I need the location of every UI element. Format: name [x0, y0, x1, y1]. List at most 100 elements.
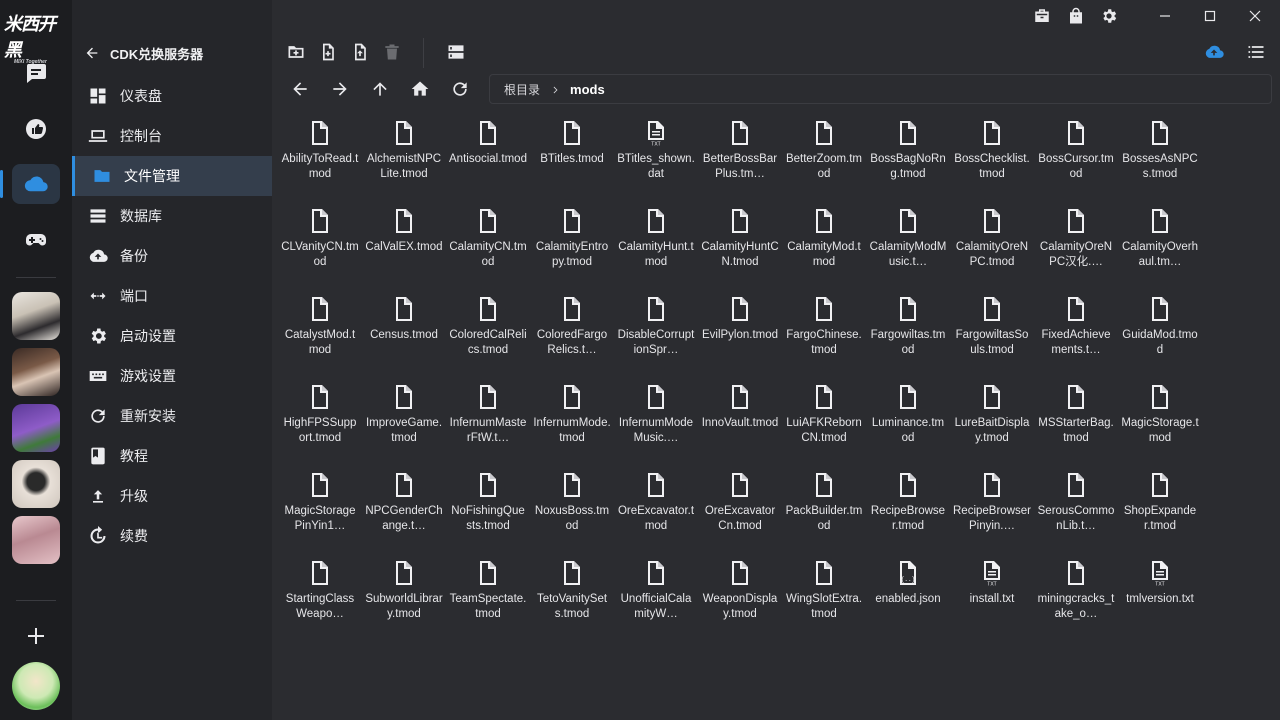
file-item[interactable]: TetoVanitySets.tmod: [530, 556, 614, 644]
file-item[interactable]: FargowiltasSouls.tmod: [950, 292, 1034, 380]
nav-item-startup-settings[interactable]: 启动设置: [72, 316, 272, 356]
up-nav-button[interactable]: [368, 77, 392, 101]
file-item[interactable]: CatalystMod.tmod: [278, 292, 362, 380]
cloud-upload-button[interactable]: [1202, 40, 1226, 64]
file-item[interactable]: CalamityOreNPC.tmod: [950, 204, 1034, 292]
file-item[interactable]: BetterBossBarPlus.tm…: [698, 116, 782, 204]
file-item[interactable]: LuiAFKRebornCN.tmod: [782, 380, 866, 468]
back-nav-button[interactable]: [288, 77, 312, 101]
settings-button[interactable]: [1097, 4, 1121, 28]
file-item[interactable]: StartingClassWeapo…: [278, 556, 362, 644]
file-item[interactable]: HighFPSSupport.tmod: [278, 380, 362, 468]
nav-item-renew[interactable]: 续费: [72, 516, 272, 556]
file-item[interactable]: CalamityMod.tmod: [782, 204, 866, 292]
file-item[interactable]: Antisocial.tmod: [446, 116, 530, 204]
nav-item-upgrade[interactable]: 升级: [72, 476, 272, 516]
breadcrumb-root[interactable]: 根目录: [504, 81, 540, 98]
file-item[interactable]: BossCursor.tmod: [1034, 116, 1118, 204]
minimize-button[interactable]: [1142, 0, 1188, 32]
nav-item-console[interactable]: 控制台: [72, 116, 272, 156]
file-item[interactable]: PackBuilder.tmod: [782, 468, 866, 556]
nav-item-backup[interactable]: 备份: [72, 236, 272, 276]
delete-button[interactable]: [380, 40, 404, 64]
maximize-button[interactable]: [1187, 0, 1233, 32]
nav-item-reinstall[interactable]: 重新安装: [72, 396, 272, 436]
file-item[interactable]: InnoVault.tmod: [698, 380, 782, 468]
games-button[interactable]: [12, 220, 60, 260]
list-view-button[interactable]: [1244, 40, 1268, 64]
back-button[interactable]: CDK兑换服务器: [84, 40, 203, 66]
file-item[interactable]: InfernumMode.tmod: [530, 380, 614, 468]
file-item[interactable]: {..} enabled.json: [866, 556, 950, 644]
close-button[interactable]: [1232, 0, 1278, 32]
upload-file-button[interactable]: [348, 40, 372, 64]
file-item[interactable]: RecipeBrowserPinyin.…: [950, 468, 1034, 556]
file-item[interactable]: CalamityHunt.tmod: [614, 204, 698, 292]
file-item[interactable]: FargoChinese.tmod: [782, 292, 866, 380]
server-avatar-2[interactable]: [12, 348, 60, 396]
chat-button[interactable]: [12, 53, 60, 93]
file-item[interactable]: CalamityEntropy.tmod: [530, 204, 614, 292]
file-item[interactable]: NoFishingQuests.tmod: [446, 468, 530, 556]
file-item[interactable]: ImproveGame.tmod: [362, 380, 446, 468]
file-item[interactable]: BossBagNoRng.tmod: [866, 116, 950, 204]
file-item[interactable]: MagicStorage.tmod: [1118, 380, 1202, 468]
forward-nav-button[interactable]: [328, 77, 352, 101]
nav-item-port[interactable]: 端口: [72, 276, 272, 316]
file-item[interactable]: Luminance.tmod: [866, 380, 950, 468]
file-item[interactable]: NPCGenderChange.t…: [362, 468, 446, 556]
file-item[interactable]: MSStarterBag.tmod: [1034, 380, 1118, 468]
activity-button[interactable]: [12, 109, 60, 149]
file-item[interactable]: CLVanityCN.tmod: [278, 204, 362, 292]
file-item[interactable]: CalamityOverhaul.tm…: [1118, 204, 1202, 292]
file-item[interactable]: SerousCommonLib.t…: [1034, 468, 1118, 556]
file-item[interactable]: CalamityOreNPC汉化.…: [1034, 204, 1118, 292]
file-item[interactable]: OreExcavatorCn.tmod: [698, 468, 782, 556]
user-avatar[interactable]: [12, 662, 60, 710]
refresh-button[interactable]: [448, 77, 472, 101]
toolbox-button[interactable]: [1030, 4, 1054, 28]
file-item[interactable]: CalamityCN.tmod: [446, 204, 530, 292]
file-item[interactable]: WeaponDisplay.tmod: [698, 556, 782, 644]
file-item[interactable]: ColoredCalRelics.tmod: [446, 292, 530, 380]
file-item[interactable]: WingSlotExtra.tmod: [782, 556, 866, 644]
file-item[interactable]: OreExcavator.tmod: [614, 468, 698, 556]
file-item[interactable]: AlchemistNPCLite.tmod: [362, 116, 446, 204]
file-item[interactable]: RecipeBrowser.tmod: [866, 468, 950, 556]
file-item[interactable]: ShopExpander.tmod: [1118, 468, 1202, 556]
file-item[interactable]: Census.tmod: [362, 292, 446, 380]
nav-item-database[interactable]: 数据库: [72, 196, 272, 236]
home-nav-button[interactable]: [408, 77, 432, 101]
file-item[interactable]: GuidaMod.tmod: [1118, 292, 1202, 380]
file-item[interactable]: UnofficialCalamityW…: [614, 556, 698, 644]
shopping-bag-button[interactable]: [1064, 4, 1088, 28]
file-item[interactable]: CalValEX.tmod: [362, 204, 446, 292]
nav-item-tutorial[interactable]: 教程: [72, 436, 272, 476]
breadcrumb-current[interactable]: mods: [570, 82, 605, 97]
server-avatar-5[interactable]: [12, 516, 60, 564]
file-item[interactable]: InfernumMasterFtW.t…: [446, 380, 530, 468]
file-item[interactable]: BossChecklist.tmod: [950, 116, 1034, 204]
add-server-button[interactable]: [12, 616, 60, 656]
cloud-server-button[interactable]: [12, 164, 60, 204]
file-item[interactable]: LureBaitDisplay.tmod: [950, 380, 1034, 468]
file-item[interactable]: TeamSpectate.tmod: [446, 556, 530, 644]
file-item[interactable]: BTitles.tmod: [530, 116, 614, 204]
file-item[interactable]: TXT tmlversion.txt: [1118, 556, 1202, 644]
file-item[interactable]: MagicStoragePinYin1…: [278, 468, 362, 556]
server-avatar-1[interactable]: [12, 292, 60, 340]
server-storage-button[interactable]: [444, 40, 468, 64]
nav-item-file-manager[interactable]: 文件管理: [72, 156, 272, 196]
server-avatar-3[interactable]: [12, 404, 60, 452]
file-item[interactable]: SubworldLibrary.tmod: [362, 556, 446, 644]
file-item[interactable]: ColoredFargoRelics.t…: [530, 292, 614, 380]
nav-item-game-settings[interactable]: 游戏设置: [72, 356, 272, 396]
file-item[interactable]: DisableCorruptionSpr…: [614, 292, 698, 380]
file-item[interactable]: TXT BTitles_shown.dat: [614, 116, 698, 204]
file-item[interactable]: EvilPylon.tmod: [698, 292, 782, 380]
new-file-button[interactable]: [316, 40, 340, 64]
file-item[interactable]: NoxusBoss.tmod: [530, 468, 614, 556]
file-item[interactable]: CalamityHuntCN.tmod: [698, 204, 782, 292]
server-avatar-4[interactable]: [12, 460, 60, 508]
file-item[interactable]: TXT install.txt: [950, 556, 1034, 644]
